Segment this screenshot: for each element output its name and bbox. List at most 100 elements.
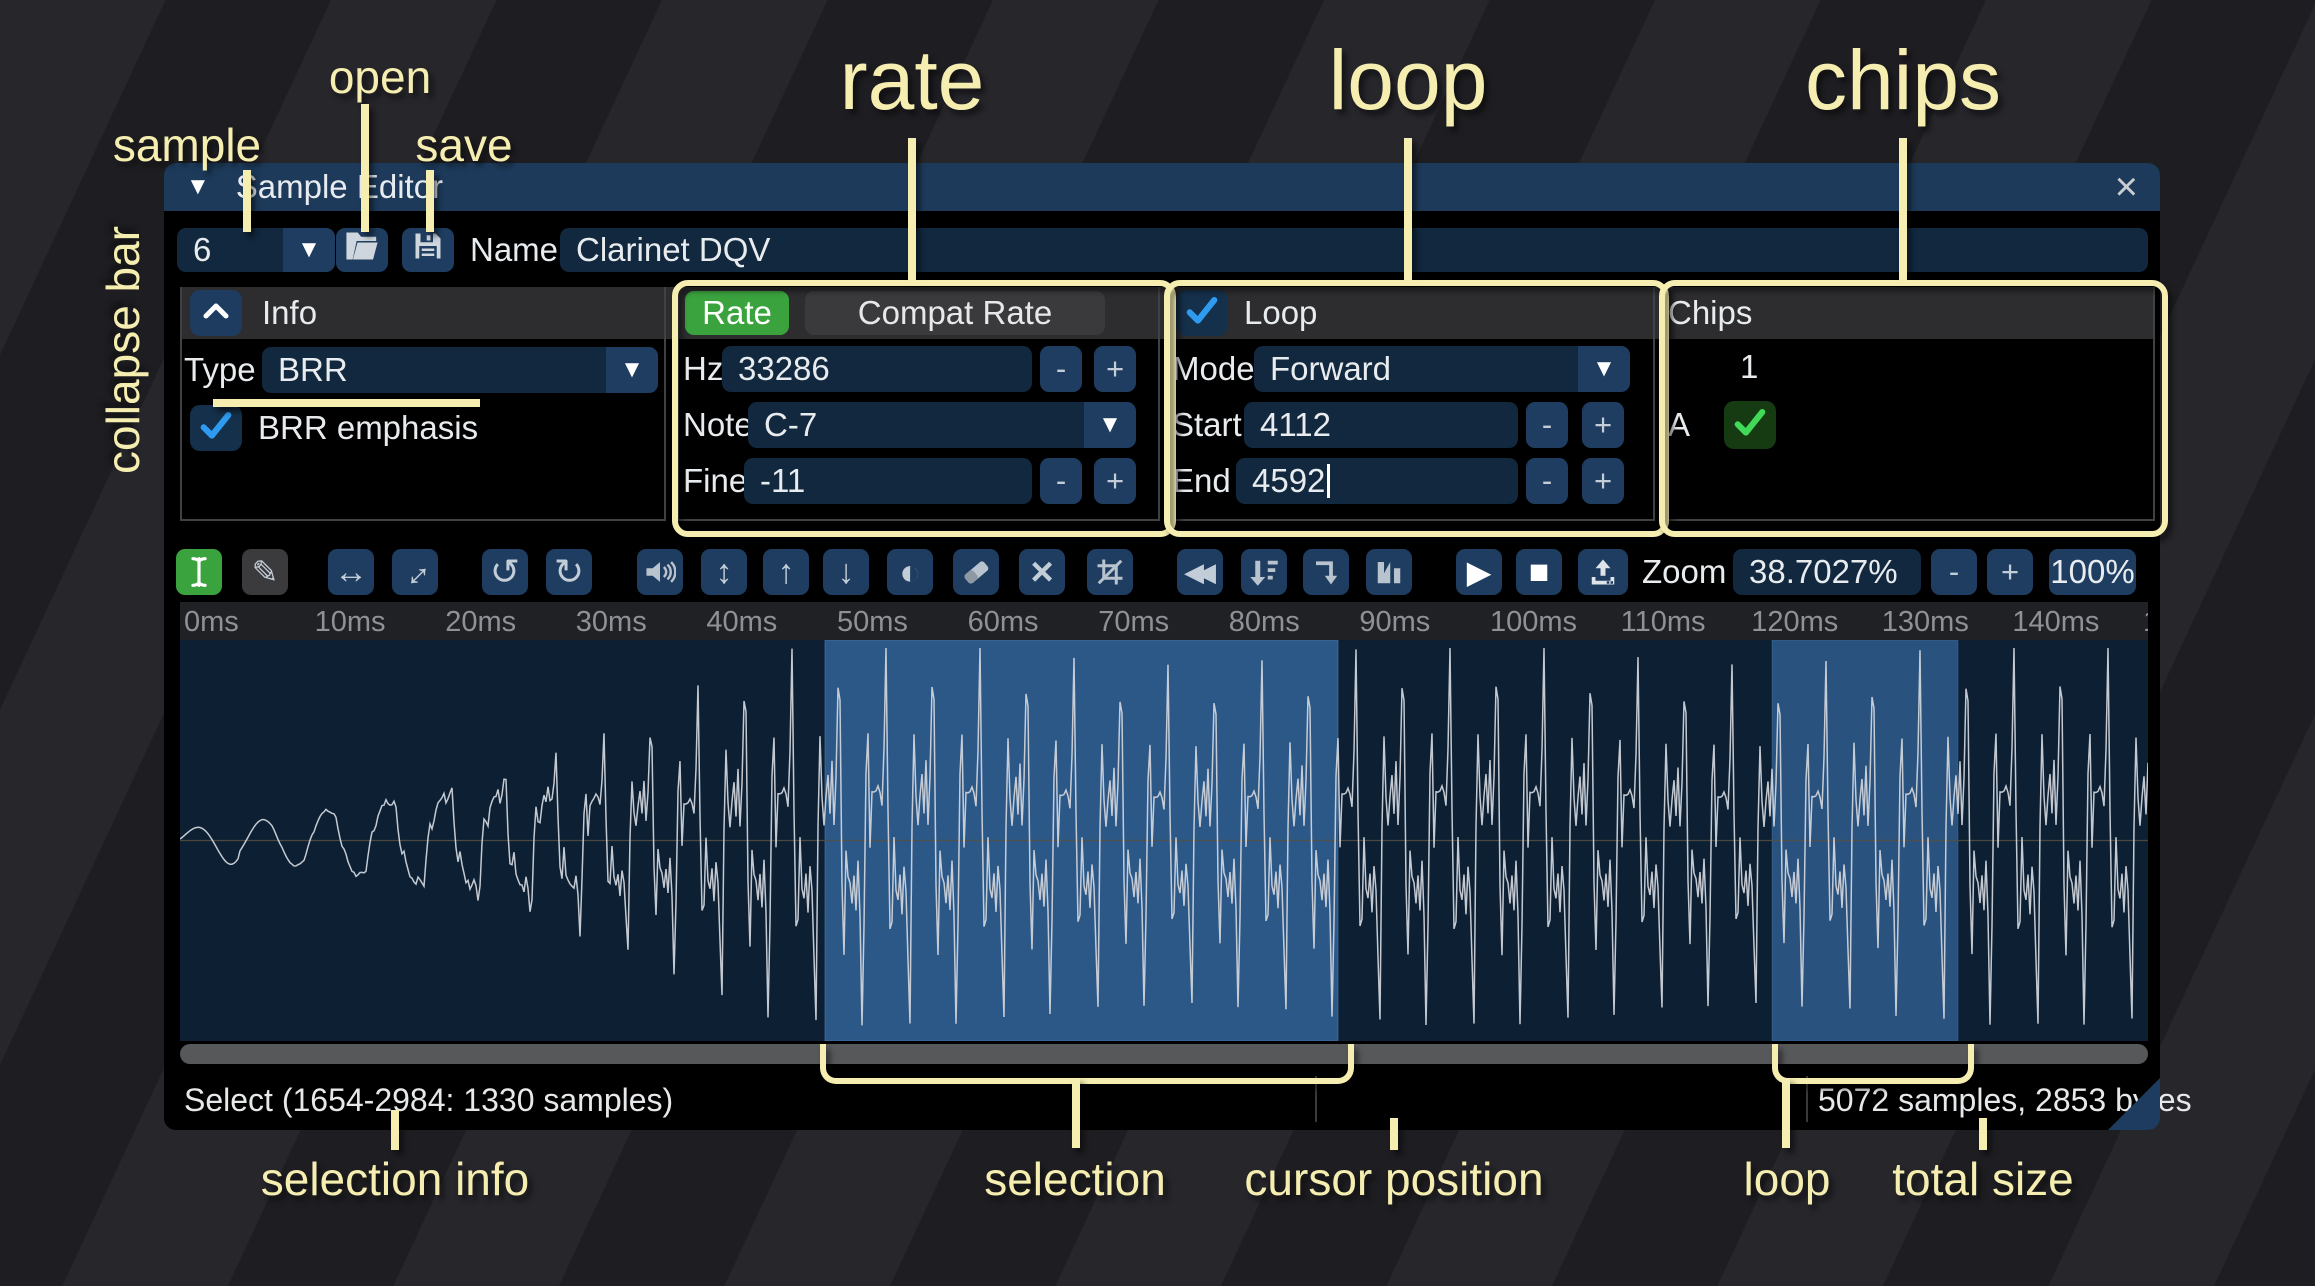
ruler-tick: 10ms xyxy=(314,606,386,638)
play-icon: ▶ xyxy=(1466,554,1492,590)
brr-emphasis-checkbox[interactable] xyxy=(190,405,242,451)
ruler-tick: 110ms xyxy=(1620,606,1706,638)
check-icon xyxy=(1733,408,1767,443)
play-button[interactable]: ▶ xyxy=(1456,549,1502,595)
redo-icon: ↻ xyxy=(553,551,585,592)
downsample-button[interactable] xyxy=(1241,549,1287,595)
loop-end-minus-button[interactable]: - xyxy=(1526,458,1568,504)
window-title: Sample Editor xyxy=(235,168,444,205)
hz-value: 33286 xyxy=(738,350,830,387)
resize-grip[interactable] xyxy=(2108,1078,2160,1130)
resize-button[interactable]: ↔ xyxy=(328,549,374,595)
silence-button[interactable] xyxy=(953,549,999,595)
zoom-reset-button[interactable]: 100% xyxy=(2049,549,2136,595)
fine-input[interactable]: -11 xyxy=(744,458,1032,504)
ruler-tick: 30ms xyxy=(575,606,647,638)
loop-start-value: 4112 xyxy=(1260,406,1331,443)
folder-open-icon xyxy=(345,231,379,269)
sample-index-value: 6 xyxy=(193,231,212,268)
amplify-button[interactable] xyxy=(637,549,683,595)
loop-end-plus-button[interactable]: + xyxy=(1582,458,1624,504)
info-collapse-button[interactable] xyxy=(190,290,242,336)
loop-start-plus-button[interactable]: + xyxy=(1582,402,1624,448)
note-dropdown[interactable]: C-7 ▼ xyxy=(748,402,1136,448)
sample-index-dropdown[interactable]: 6 ▼ xyxy=(177,228,335,272)
zoom-input[interactable]: 38.7027% xyxy=(1733,549,1921,595)
compat-rate-tab-label: Compat Rate xyxy=(857,294,1053,331)
draw-mode-button[interactable]: ✎ xyxy=(242,549,288,595)
sort-down-icon xyxy=(1249,557,1279,587)
double-left-triangles-icon: ◀◀ xyxy=(1184,556,1216,587)
invert-button[interactable]: ◐ xyxy=(887,549,933,595)
save-sample-button[interactable] xyxy=(402,228,454,272)
title-bar[interactable]: ▼ Sample Editor × xyxy=(164,163,2160,211)
insert-button[interactable] xyxy=(1303,549,1349,595)
loop-mode-dropdown[interactable]: Forward ▼ xyxy=(1254,346,1630,392)
check-icon xyxy=(1185,296,1219,331)
horizontal-arrows-icon: ↔ xyxy=(334,552,368,591)
annotation-loop: loop xyxy=(1328,33,1488,127)
chip-a-checkbox[interactable] xyxy=(1724,401,1776,449)
timeline-ruler: 0ms 10ms 20ms 30ms 40ms 50ms 60ms 70ms 80ms 90ms 1… xyxy=(180,602,2148,640)
hz-minus-button[interactable]: - xyxy=(1040,346,1082,392)
close-icon[interactable]: × xyxy=(2115,165,2138,210)
create-wavetable-button[interactable] xyxy=(1366,549,1412,595)
zoom-in-button[interactable]: + xyxy=(1987,549,2033,595)
normalize-button[interactable]: ↕ xyxy=(701,549,747,595)
open-sample-button[interactable] xyxy=(336,228,388,272)
arrow-down-icon: ↓ xyxy=(837,552,855,591)
loop-start-minus-button[interactable]: - xyxy=(1526,402,1568,448)
ibeam-cursor-icon xyxy=(186,555,212,589)
compat-rate-tab[interactable]: Compat Rate xyxy=(805,291,1105,335)
annotation-rate: rate xyxy=(839,33,985,127)
hz-input[interactable]: 33286 xyxy=(722,346,1032,392)
ruler-tick: 140ms xyxy=(2012,606,2100,638)
zoom-value: 38.7027% xyxy=(1749,553,1898,590)
window-collapse-icon[interactable]: ▼ xyxy=(186,173,210,201)
resample-button[interactable]: ↔ xyxy=(389,546,441,598)
ruler-tick: 90ms xyxy=(1359,606,1431,638)
ruler-tick: 50ms xyxy=(837,606,908,638)
waveform-display[interactable] xyxy=(179,639,2149,1042)
fine-plus-button[interactable]: + xyxy=(1094,458,1136,504)
arrow-up-icon: ↑ xyxy=(777,552,795,591)
floppy-save-icon xyxy=(413,231,443,269)
fade-in-button[interactable]: ↑ xyxy=(763,549,809,595)
trim-button[interactable] xyxy=(1087,549,1133,595)
x-icon: × xyxy=(1030,549,1054,594)
check-icon xyxy=(199,411,233,446)
zoom-out-button[interactable]: - xyxy=(1931,549,1977,595)
chevron-down-icon[interactable]: ▼ xyxy=(1578,346,1630,392)
stop-button[interactable]: ■ xyxy=(1516,549,1562,595)
select-mode-button[interactable] xyxy=(176,549,222,595)
ruler-tick: 0ms xyxy=(184,606,239,638)
horizontal-scrollbar[interactable] xyxy=(180,1044,2148,1064)
sample-name-input[interactable]: Clarinet DQV xyxy=(560,228,2148,272)
chevron-down-icon[interactable]: ▼ xyxy=(606,347,658,393)
vertical-arrows-icon: ↕ xyxy=(715,552,733,591)
status-separator xyxy=(1806,1076,1808,1122)
save-to-file-button[interactable] xyxy=(1578,549,1628,595)
annotation-open: open xyxy=(328,51,432,103)
type-value: BRR xyxy=(278,351,348,388)
delete-button[interactable]: × xyxy=(1019,549,1065,595)
contrast-circle-icon: ◐ xyxy=(899,551,921,592)
undo-button[interactable]: ↺ xyxy=(482,549,528,595)
eraser-icon xyxy=(961,558,991,586)
chevron-down-icon[interactable]: ▼ xyxy=(283,228,335,272)
type-label: Type xyxy=(184,351,256,388)
type-dropdown[interactable]: BRR ▼ xyxy=(262,347,658,393)
fade-out-button[interactable]: ↓ xyxy=(823,549,869,595)
upload-icon xyxy=(1588,557,1618,587)
loop-end-input[interactable]: 4592 xyxy=(1236,458,1518,504)
loop-start-input[interactable]: 4112 xyxy=(1244,402,1518,448)
fine-minus-button[interactable]: - xyxy=(1040,458,1082,504)
loop-checkbox[interactable] xyxy=(1176,290,1228,336)
redo-button[interactable]: ↻ xyxy=(546,549,592,595)
ruler-tick: 130ms xyxy=(1881,606,1969,638)
chevron-down-icon[interactable]: ▼ xyxy=(1084,402,1136,448)
rate-tab[interactable]: Rate xyxy=(685,291,789,335)
diagonal-arrows-icon: ↔ xyxy=(389,546,441,598)
hz-plus-button[interactable]: + xyxy=(1094,346,1136,392)
reverse-button[interactable]: ◀◀ xyxy=(1177,549,1223,595)
